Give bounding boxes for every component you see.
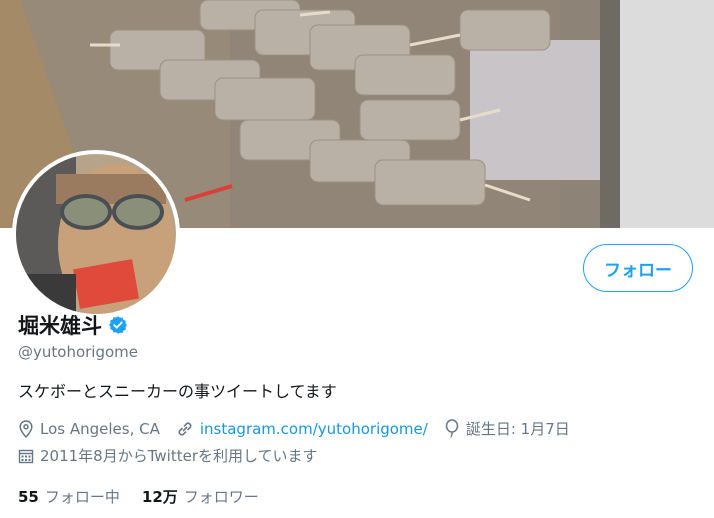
profile-handle: @yutohorigome [18, 343, 138, 361]
profile-joined-row: 2011年8月からTwitterを利用しています [18, 445, 334, 466]
link-icon [178, 421, 192, 436]
location-pin-icon [19, 419, 33, 438]
profile-website-link[interactable]: instagram.com/yutohorigome/ [200, 420, 428, 438]
following-label: フォロー中 [44, 488, 120, 506]
profile-avatar[interactable] [12, 150, 180, 318]
profile-location-text: Los Angeles, CA [40, 419, 160, 438]
avatar-image [16, 154, 176, 314]
profile-joined-text: 2011年8月からTwitterを利用しています [40, 447, 318, 465]
profile-birthday-text: 誕生日: 1月7日 [465, 420, 570, 438]
followers-stat[interactable]: 12万 フォロワー [142, 486, 259, 507]
profile-location: Los Angeles, CA [18, 420, 160, 438]
following-stat[interactable]: 55 フォロー中 [18, 486, 120, 507]
verified-badge-icon [109, 316, 127, 334]
balloon-icon [445, 418, 459, 438]
profile-name: 堀米雄斗 [18, 314, 102, 338]
profile-birthday: 誕生日: 1月7日 [444, 418, 570, 439]
following-count: 55 [18, 488, 39, 506]
follow-button[interactable]: フォロー [583, 244, 693, 292]
profile-joined: 2011年8月からTwitterを利用しています [18, 445, 318, 466]
followers-label: フォロワー [183, 488, 259, 506]
profile-stats: 55 フォロー中 12万 フォロワー [18, 486, 281, 507]
profile-name-row: 堀米雄斗 [18, 310, 128, 340]
profile-bio: スケボーとスニーカーの事ツイートしてます [18, 382, 337, 401]
calendar-icon [18, 449, 34, 463]
profile-meta-row: Los Angeles, CA instagram.com/yutohorigo… [18, 418, 586, 439]
profile-website[interactable]: instagram.com/yutohorigome/ [176, 420, 428, 438]
followers-count: 12万 [141, 488, 178, 506]
